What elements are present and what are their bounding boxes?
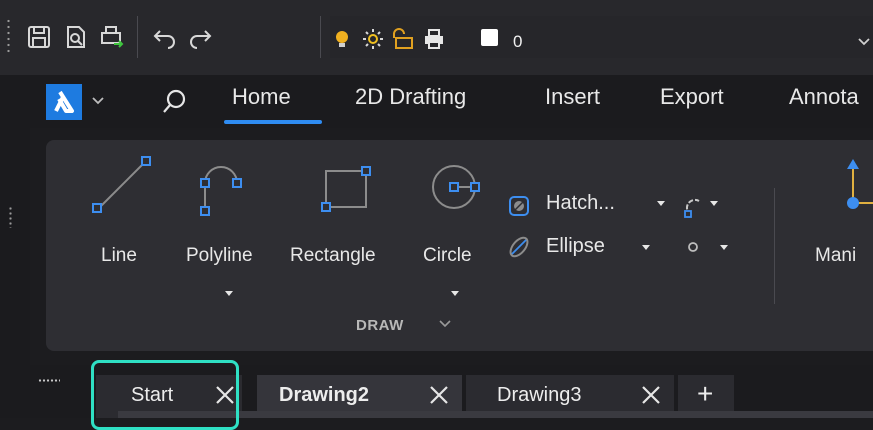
close-icon[interactable] (428, 384, 450, 406)
line-tool-label[interactable]: Line (101, 245, 137, 267)
undo-icon[interactable] (152, 24, 178, 50)
redo-icon[interactable] (187, 24, 213, 50)
tab-export[interactable]: Export (660, 84, 724, 110)
rectangle-icon[interactable] (318, 163, 374, 215)
chevron-down-icon[interactable] (439, 320, 451, 328)
layer-name: 0 (513, 32, 523, 51)
document-tab-label[interactable]: Drawing2 (279, 384, 369, 407)
ellipse-dropdown-arrow[interactable] (642, 245, 650, 250)
point-icon[interactable] (686, 240, 700, 254)
toolbar-grip-handle[interactable] (7, 18, 10, 54)
chevron-down-icon[interactable] (91, 96, 105, 106)
toolbar-separator (320, 16, 321, 58)
ribbon-grip-handle[interactable] (9, 206, 12, 228)
manipulate-icon[interactable] (843, 157, 873, 217)
printer-icon[interactable] (423, 28, 445, 50)
circle-icon[interactable] (425, 158, 487, 220)
point-dropdown-arrow[interactable] (720, 245, 728, 250)
close-icon[interactable] (640, 384, 662, 406)
search-icon[interactable] (160, 88, 188, 116)
manipulate-tool-label[interactable]: Mani (815, 245, 856, 267)
polyline-icon[interactable] (195, 157, 255, 217)
tab-insert[interactable]: Insert (545, 84, 600, 110)
lightbulb-icon[interactable] (333, 29, 351, 49)
padlock-icon[interactable] (390, 28, 414, 50)
app-menu-button[interactable] (46, 84, 82, 120)
line-icon[interactable] (90, 155, 152, 217)
panel-separator (774, 188, 775, 304)
circle-tool-label[interactable]: Circle (423, 245, 472, 267)
toolbar-separator (137, 16, 138, 58)
polyline-dropdown-arrow[interactable] (225, 291, 233, 296)
active-tab-indicator (224, 120, 322, 124)
revcloud-icon[interactable] (681, 193, 705, 219)
ribbon-left-gutter (0, 75, 30, 375)
rectangle-tool-label[interactable]: Rectangle (290, 245, 376, 267)
sun-icon[interactable] (362, 28, 384, 50)
app-logo-icon (54, 90, 74, 113)
print-preview-icon[interactable] (63, 24, 89, 50)
ellipse-icon[interactable] (506, 234, 532, 260)
revcloud-dropdown-arrow[interactable] (710, 201, 718, 206)
hatch-tool-label[interactable]: Hatch... (546, 192, 615, 215)
panel-title[interactable]: DRAW (356, 317, 404, 334)
plot-icon[interactable] (98, 24, 124, 50)
save-icon[interactable] (26, 24, 52, 50)
hatch-dropdown-arrow[interactable] (657, 201, 665, 206)
ellipse-tool-label[interactable]: Ellipse (546, 235, 605, 258)
polyline-tool-label[interactable]: Polyline (186, 245, 253, 267)
start-tab-highlight (91, 360, 239, 430)
document-tab-label[interactable]: Drawing3 (497, 384, 581, 407)
plus-icon[interactable]: + (697, 378, 713, 410)
layer-dropdown[interactable]: 0 (330, 16, 873, 58)
layer-color-swatch[interactable] (481, 29, 498, 46)
tab-annotate[interactable]: Annota (789, 84, 859, 110)
chevron-down-icon[interactable] (857, 37, 871, 47)
tab-home[interactable]: Home (232, 84, 291, 110)
hatch-icon[interactable] (506, 193, 532, 219)
circle-dropdown-arrow[interactable] (451, 291, 459, 296)
tab-2d-drafting[interactable]: 2D Drafting (355, 84, 466, 110)
tab-strip-grip-handle[interactable] (38, 379, 60, 382)
